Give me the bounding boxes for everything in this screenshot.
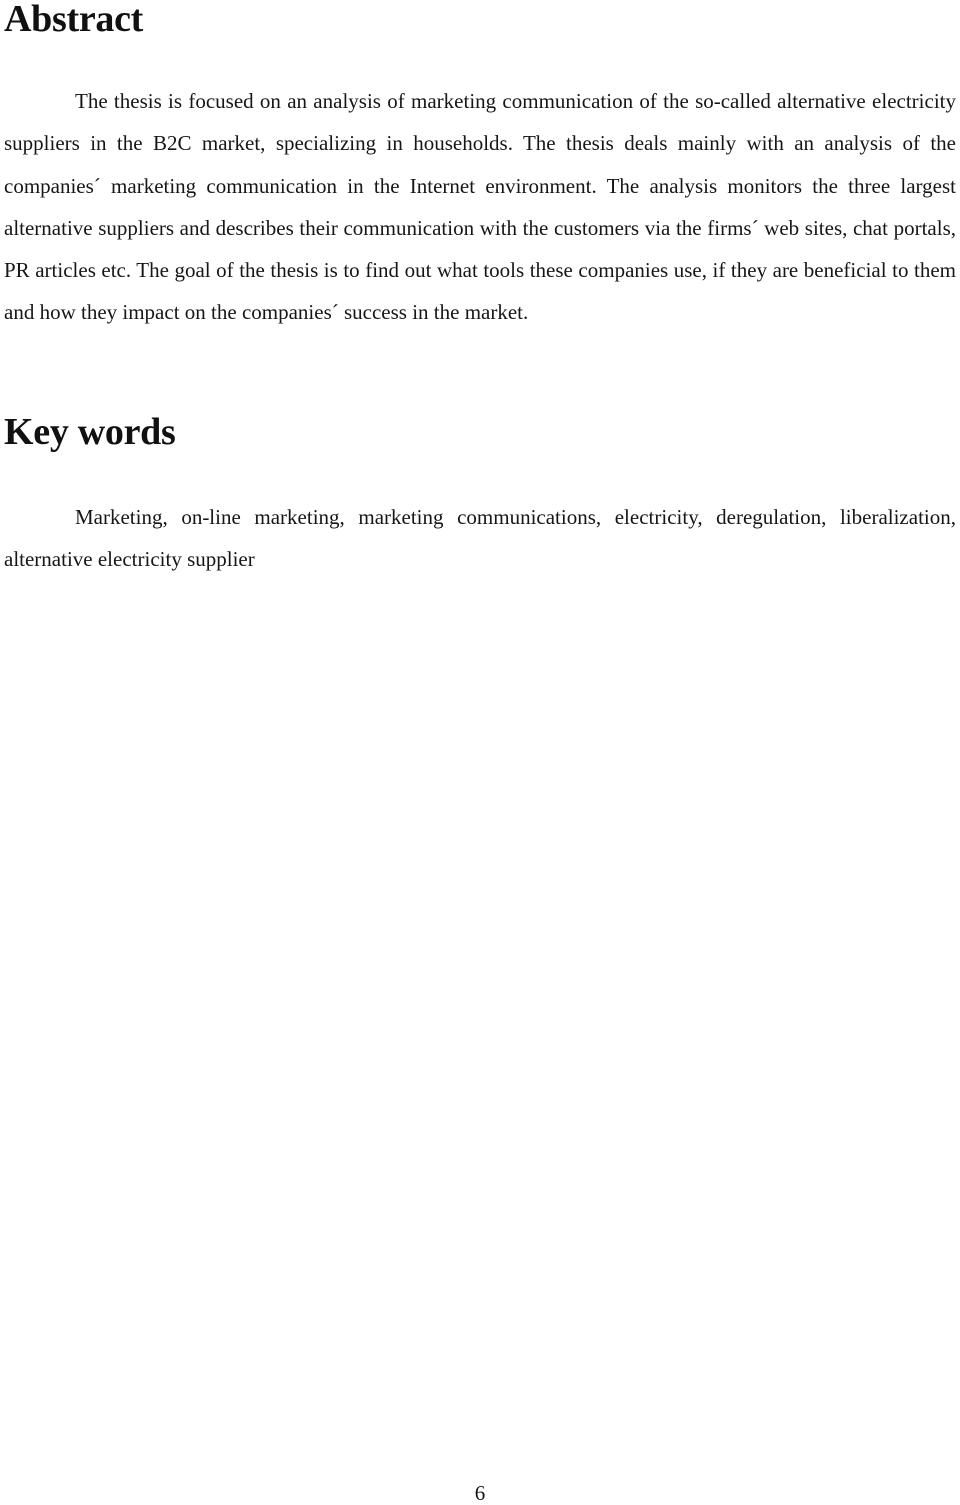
abstract-paragraph: The thesis is focused on an analysis of …: [4, 89, 956, 325]
page-number: 6: [474, 1481, 486, 1505]
keywords-heading: Key words: [4, 411, 176, 453]
abstract-heading: Abstract: [4, 0, 144, 40]
keywords-paragraph: Marketing, on-line marketing, marketing …: [4, 505, 956, 572]
